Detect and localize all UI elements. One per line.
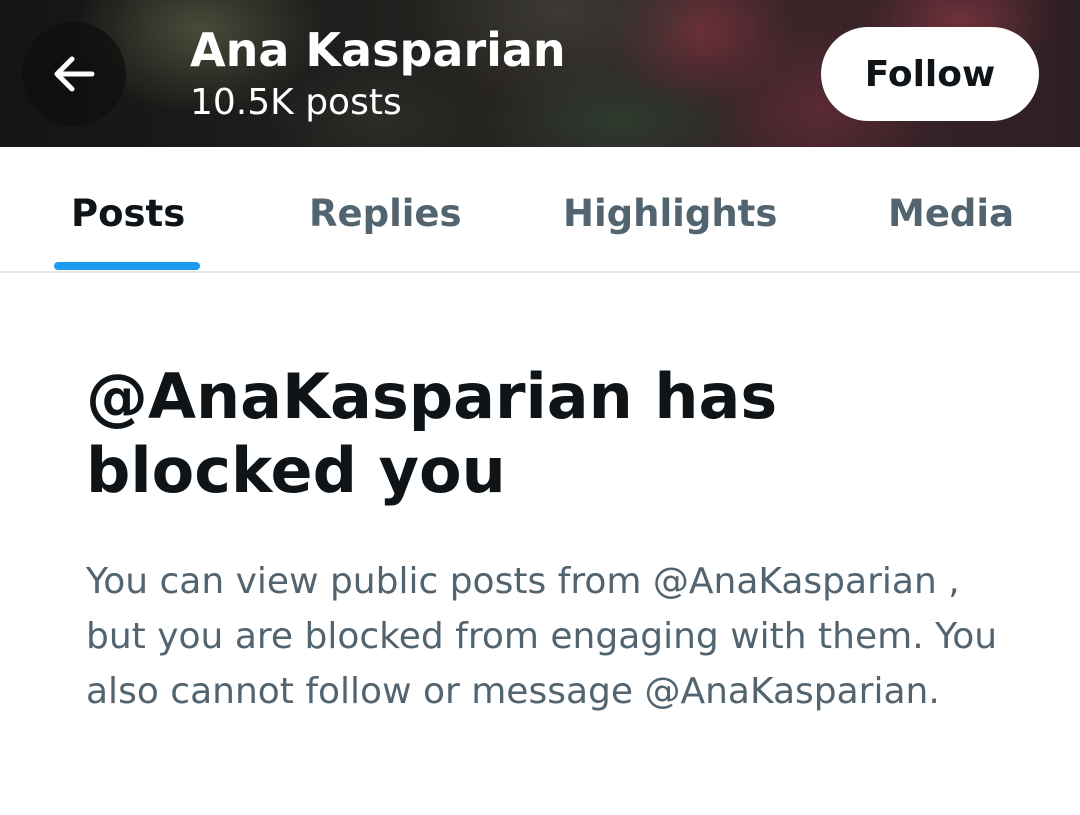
profile-tabs: Posts Replies Highlights Media — [0, 147, 1080, 273]
active-tab-indicator — [54, 262, 200, 270]
follow-button[interactable]: Follow — [821, 27, 1039, 121]
arrow-left-icon — [54, 56, 95, 92]
back-button[interactable] — [22, 22, 126, 126]
post-count: 10.5K posts — [190, 82, 402, 123]
tab-highlights[interactable]: Highlights — [563, 147, 777, 271]
tab-posts[interactable]: Posts — [71, 147, 185, 271]
profile-header: Ana Kasparian 10.5K posts Follow — [0, 0, 1080, 147]
profile-name: Ana Kasparian — [190, 23, 566, 77]
tab-media[interactable]: Media — [888, 147, 1014, 271]
blocked-title: @AnaKasparian has blocked you — [86, 360, 778, 507]
blocked-description: You can view public posts from @AnaKaspa… — [86, 561, 998, 712]
tab-replies[interactable]: Replies — [309, 147, 462, 271]
profile-title-block: Ana Kasparian 10.5K posts — [190, 22, 566, 126]
